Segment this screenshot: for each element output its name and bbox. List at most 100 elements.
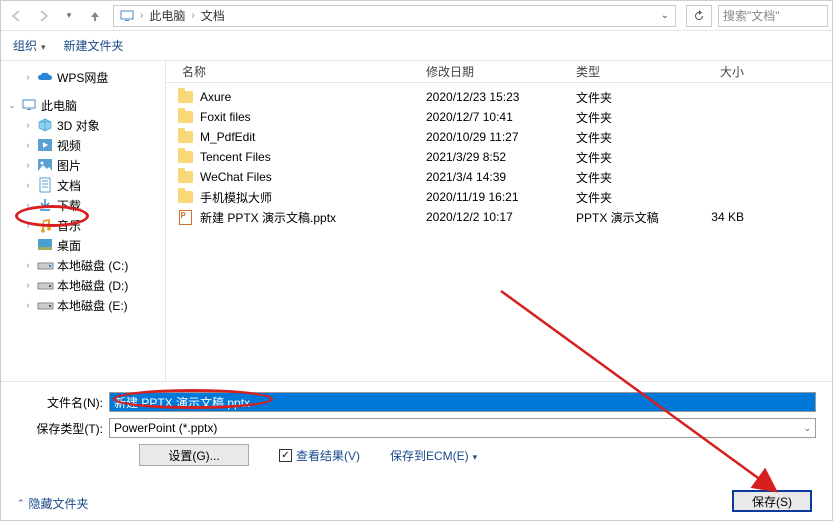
expand-icon[interactable]: › [23,180,33,190]
music-icon [37,217,53,233]
sidebar-item-videos[interactable]: ›视频 [1,135,165,155]
expand-icon[interactable]: › [23,300,33,310]
search-placeholder: 搜索"文档" [723,7,780,24]
cell-type: 文件夹 [570,129,680,146]
filename-label: 文件名(N): [17,394,109,411]
chevron-up-icon: ⌃ [17,498,25,509]
new-folder-button[interactable]: 新建文件夹 [64,37,124,54]
recent-dropdown[interactable]: ▾ [57,4,81,28]
table-row[interactable]: WeChat Files2021/3/4 14:39文件夹 [166,167,832,187]
table-row[interactable]: M_PdfEdit2020/10/29 11:27文件夹 [166,127,832,147]
search-input[interactable]: 搜索"文档" [718,5,828,27]
expand-icon[interactable]: › [23,220,33,230]
monitor-icon [21,97,37,113]
expand-icon[interactable]: › [23,120,33,130]
save-button[interactable]: 保存(S) [732,490,812,512]
download-icon [37,197,53,213]
document-icon [37,177,53,193]
cell-name: WeChat Files [194,170,420,184]
cell-name: Foxit files [194,110,420,124]
breadcrumb-dropdown[interactable]: ⌄ [661,10,669,21]
chevron-down-icon: ⌄ [803,423,811,434]
expand-icon[interactable]: › [23,260,33,270]
hide-folders-toggle[interactable]: ⌃隐藏文件夹 [17,495,89,512]
sidebar-item-pictures[interactable]: ›图片 [1,155,165,175]
sidebar: ›WPS网盘 ⌄此电脑 ›3D 对象 ›视频 ›图片 ›文档 ›下载 ›音乐 ›… [1,61,166,381]
expand-icon[interactable]: › [23,200,33,210]
column-name[interactable]: 名称 [176,63,420,80]
sidebar-item-thispc[interactable]: ⌄此电脑 [1,95,165,115]
table-row[interactable]: 手机模拟大师2020/11/19 16:21文件夹 [166,187,832,207]
cube-icon [37,117,53,133]
organize-menu[interactable]: 组织 [13,37,46,54]
cell-type: 文件夹 [570,109,680,126]
cell-date: 2020/12/23 15:23 [420,90,570,104]
forward-button[interactable] [31,4,55,28]
filename-input[interactable] [109,392,816,412]
cell-name: Axure [194,90,420,104]
sidebar-item-diskc[interactable]: ›本地磁盘 (C:) [1,255,165,275]
sidebar-item-music[interactable]: ›音乐 [1,215,165,235]
sidebar-item-downloads[interactable]: ›下载 [1,195,165,215]
column-size[interactable]: 大小 [680,63,750,80]
desktop-icon [37,237,53,253]
back-button[interactable] [5,4,29,28]
sidebar-item-diske[interactable]: ›本地磁盘 (E:) [1,295,165,315]
cell-type: PPTX 演示文稿 [570,209,680,226]
filetype-select[interactable]: PowerPoint (*.pptx) ⌄ [109,418,816,438]
drive-icon [37,297,53,313]
folder-icon [176,171,194,183]
folder-icon [176,131,194,143]
monitor-icon [120,9,134,23]
expand-icon[interactable]: › [23,140,33,150]
sidebar-item-wps[interactable]: ›WPS网盘 [1,67,165,87]
expand-icon[interactable]: › [23,280,33,290]
save-ecm-menu[interactable]: 保存到ECM(E) [390,447,477,464]
folder-icon [176,111,194,123]
expand-icon[interactable]: › [23,160,33,170]
drive-icon [37,277,53,293]
table-row[interactable]: Tencent Files2021/3/29 8:52文件夹 [166,147,832,167]
breadcrumb[interactable]: › 此电脑 › 文档 ⌄ [113,5,676,27]
filetype-label: 保存类型(T): [17,420,109,437]
column-date[interactable]: 修改日期 [420,63,570,80]
cell-date: 2020/12/2 10:17 [420,210,570,224]
cell-name: 手机模拟大师 [194,189,420,206]
up-button[interactable] [83,4,107,28]
cell-type: 文件夹 [570,189,680,206]
cell-date: 2020/12/7 10:41 [420,110,570,124]
sidebar-item-3d[interactable]: ›3D 对象 [1,115,165,135]
column-type[interactable]: 类型 [570,63,680,80]
view-result-checkbox[interactable]: ✓ 查看结果(V) [279,447,360,464]
collapse-icon[interactable]: ⌄ [7,100,17,111]
table-row[interactable]: Axure2020/12/23 15:23文件夹 [166,87,832,107]
cell-name: Tencent Files [194,150,420,164]
sidebar-item-desktop[interactable]: ›桌面 [1,235,165,255]
pptx-icon [176,210,194,225]
cell-date: 2020/10/29 11:27 [420,130,570,144]
refresh-button[interactable] [686,5,712,27]
cell-name: M_PdfEdit [194,130,420,144]
cell-type: 文件夹 [570,89,680,106]
checkbox-icon: ✓ [279,449,292,462]
crumb-thispc[interactable]: 此电脑 [149,7,185,24]
file-list: 名称 修改日期 类型 大小 Axure2020/12/23 15:23文件夹Fo… [166,61,832,381]
image-icon [37,157,53,173]
table-row[interactable]: Foxit files2020/12/7 10:41文件夹 [166,107,832,127]
folder-icon [176,151,194,163]
folder-icon [176,91,194,103]
crumb-docs[interactable]: 文档 [201,7,225,24]
settings-button[interactable]: 设置(G)... [139,444,249,466]
cell-date: 2021/3/29 8:52 [420,150,570,164]
table-row[interactable]: 新建 PPTX 演示文稿.pptx2020/12/2 10:17PPTX 演示文… [166,207,832,227]
expand-icon[interactable]: › [23,72,33,82]
folder-icon [176,191,194,203]
sidebar-item-docs[interactable]: ›文档 [1,175,165,195]
drive-icon [37,257,53,273]
cell-name: 新建 PPTX 演示文稿.pptx [194,209,420,226]
cell-type: 文件夹 [570,169,680,186]
list-header[interactable]: 名称 修改日期 类型 大小 [166,61,832,83]
cell-size: 34 KB [680,210,750,224]
cell-type: 文件夹 [570,149,680,166]
sidebar-item-diskd[interactable]: ›本地磁盘 (D:) [1,275,165,295]
